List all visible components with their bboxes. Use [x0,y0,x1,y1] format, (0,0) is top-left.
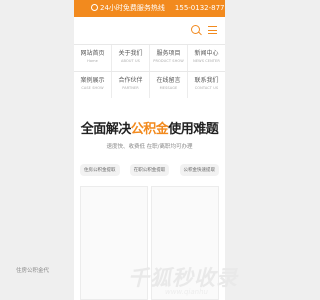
nav-item-sublabel: CASE SHOW [81,86,104,90]
nav-item-sublabel: Home [87,59,98,63]
hotline-label: 24小时免费服务热线 [100,4,165,12]
nav-item-sublabel: CONTACT US [194,86,219,90]
nav-item-label: 合作伙伴 [118,77,143,84]
tag-housing-fund[interactable]: 住房公积金提取 [80,164,120,176]
nav-item-label: 新闻中心 [194,50,219,57]
main-nav: 网站首页 Home 关于我们 ABOUT US 服务项目 PRODUCT SHOW 新… [74,44,225,98]
hotline-phone[interactable]: 155-0132-8777 [175,4,225,12]
menu-icon[interactable] [208,26,217,34]
nav-item-home[interactable]: 网站首页 Home [74,45,112,71]
case-card-label: 住房公积金代 [16,268,50,274]
hero-title-suffix: 使用难题 [168,122,219,137]
nav-item-label: 联系我们 [194,77,219,84]
hero-title-prefix: 全面解决 [80,122,132,137]
nav-item-label: 关于我们 [118,50,143,57]
nav-item-partners[interactable]: 合作伙伴 PARTNER [112,72,150,98]
hero-title: 全面解决公积金使用难题 [74,118,225,137]
nav-item-cases[interactable]: 案例展示 CASE SHOW [74,72,112,98]
nav-item-message[interactable]: 在线留言 MESSAGE [150,72,188,98]
hero-title-highlight: 公积金 [130,122,169,137]
nav-item-label: 在线留言 [156,77,181,84]
search-icon[interactable] [191,25,200,34]
nav-item-news[interactable]: 新闻中心 NEWS CENTER [188,45,225,71]
nav-item-label: 网站首页 [80,50,105,57]
phone-icon [91,4,98,11]
nav-row: 案例展示 CASE SHOW 合作伙伴 PARTNER 在线留言 MESSAGE 联系… [74,71,225,98]
nav-item-sublabel: ABOUT US [121,59,140,63]
hero-subtitle: 速度快、收费低 在职/离职均可办理 [106,144,193,150]
nav-item-about[interactable]: 关于我们 ABOUT US [112,45,150,71]
nav-item-label: 案例展示 [80,77,105,84]
nav-item-sublabel: MESSAGE [159,86,178,90]
nav-item-sublabel: PARTNER [122,86,139,90]
nav-item-contact[interactable]: 联系我们 CONTACT US [188,72,225,98]
watermark-sub: www.qianhu [165,288,208,296]
nav-item-sublabel: NEWS CENTER [193,59,220,63]
header [74,17,225,44]
mobile-page: 24小时免费服务热线 155-0132-8777 网站首页 Home 关于我们 ABO… [74,0,225,300]
tag-fast-withdraw[interactable]: 公积金快速提取 [179,164,219,176]
service-tags: 住房公积金提取 在职公积金提取 公积金快速提取 [74,164,225,176]
nav-item-services[interactable]: 服务项目 PRODUCT SHOW [150,45,188,71]
hotline-bar: 24小时免费服务热线 155-0132-8777 [74,0,225,17]
nav-item-label: 服务项目 [156,50,181,57]
nav-row: 网站首页 Home 关于我们 ABOUT US 服务项目 PRODUCT SHOW 新… [74,44,225,71]
nav-item-sublabel: PRODUCT SHOW [153,59,184,63]
tag-employed-fund[interactable]: 在职公积金提取 [129,164,170,176]
